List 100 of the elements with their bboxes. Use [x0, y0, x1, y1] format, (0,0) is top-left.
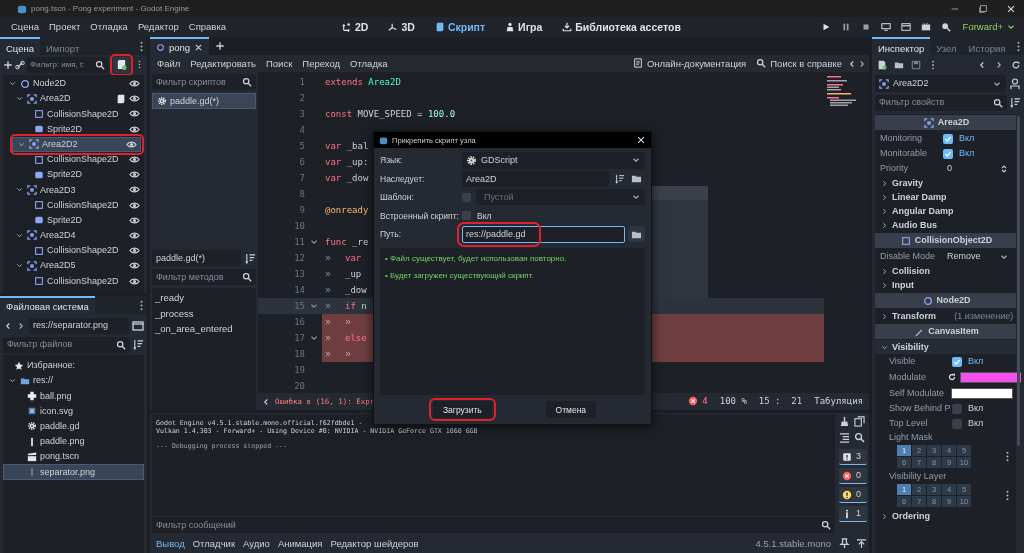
line-number: 16	[293, 316, 305, 328]
filter-field[interactable]: Фильтр сообщений	[152, 517, 835, 533]
checkbox-label: Вкл	[959, 148, 975, 159]
tree-item[interactable]: CollisionShape2D	[3, 243, 144, 259]
menu-item[interactable]: Файл	[152, 55, 186, 72]
line-number: 4	[298, 124, 305, 136]
help-link[interactable]: Онлайн-документация	[627, 57, 752, 70]
bottom-tab[interactable]: Анимация	[273, 537, 327, 550]
bottom-tab[interactable]: Отладчик	[188, 537, 240, 550]
group-header[interactable]: Collision	[892, 265, 1014, 277]
menu-item[interactable]: Переход	[297, 55, 346, 72]
workspace-tab[interactable]: 3D	[382, 18, 421, 36]
field-label: Язык:	[380, 155, 404, 166]
code-line: » else	[325, 332, 367, 344]
workspace-tab[interactable]: Игра	[499, 18, 549, 36]
line-number: 11	[293, 236, 305, 248]
menu-item[interactable]: Отладка	[345, 55, 393, 72]
language-dropdown[interactable]: GDScript	[462, 152, 645, 169]
dock-tab[interactable]: Файловая система	[0, 296, 95, 314]
inherits-field[interactable]: Area2D	[462, 171, 609, 187]
tree-item[interactable]: Sprite2D	[3, 121, 144, 137]
help-link[interactable]: Поиск в справке	[751, 57, 847, 70]
code-line: » »	[325, 316, 353, 328]
workspace-tab[interactable]: 2D	[336, 18, 375, 36]
tree-item[interactable]: paddle.png	[3, 433, 144, 450]
select-field[interactable]: Remove	[943, 248, 1014, 265]
menu-item[interactable]: Отладка	[85, 19, 133, 35]
scene-tab[interactable]: pong	[150, 37, 210, 55]
tree-item[interactable]: Area2D3	[3, 182, 144, 198]
log-filter-toggle[interactable]: 0	[839, 468, 867, 484]
dock-tab[interactable]: Импорт	[40, 37, 86, 55]
group-header[interactable]: Linear Damp	[892, 191, 1014, 203]
tree-item[interactable]: Area2D5	[3, 258, 144, 274]
menu-item[interactable]: Редактор	[132, 19, 184, 35]
tree-item[interactable]: pong.tscn	[3, 449, 144, 465]
menu-item[interactable]: Сцена	[6, 19, 44, 35]
filter-field[interactable]: Фильтр: имя, t:	[27, 56, 108, 73]
method-item[interactable]: _ready	[152, 292, 256, 308]
tree-item[interactable]: Sprite2D	[3, 212, 144, 228]
dock-tab[interactable]: Узел	[930, 37, 963, 55]
tree-item[interactable]: res://	[3, 373, 144, 389]
method-item[interactable]: _process	[152, 307, 256, 323]
property-label: Visible	[889, 356, 917, 367]
code-line: const MOVE_SPEED = 100.0	[325, 108, 456, 120]
path-field[interactable]: res://separator.png	[29, 317, 129, 334]
workspace-tab[interactable]: Библиотека ассетов	[556, 18, 687, 36]
dock-tab[interactable]: История	[962, 37, 1012, 55]
log-filter-toggle[interactable]: 0	[839, 487, 867, 503]
method-item[interactable]: _on_area_entered	[152, 323, 256, 339]
dock-tab[interactable]: Сцена	[0, 37, 40, 55]
tree-item[interactable]: Area2D2	[12, 136, 141, 152]
group-header[interactable]: Angular Damp	[892, 205, 1014, 217]
bottom-tab[interactable]: Редактор шейдеров	[326, 537, 423, 550]
path-field[interactable]: res://paddle.gd	[462, 226, 625, 243]
tree-item[interactable]: ball.png	[3, 388, 144, 404]
menu-item[interactable]: Проект	[44, 19, 86, 35]
bottom-tab[interactable]: Вывод	[152, 537, 189, 550]
tree-item[interactable]: Sprite2D	[3, 167, 144, 183]
filter-field[interactable]: Фильтр свойств	[875, 94, 1007, 111]
menu-item[interactable]: Справка	[183, 19, 232, 35]
number-field[interactable]: 0	[943, 160, 1014, 177]
tree-item[interactable]: paddle.gd	[3, 418, 144, 434]
code-line: var _up:	[325, 156, 369, 168]
tree-item[interactable]: Area2D	[3, 91, 144, 107]
line-number: 14	[293, 284, 305, 296]
tree-item[interactable]: CollisionShape2D	[3, 106, 144, 122]
group-header[interactable]: Ordering	[892, 510, 1014, 522]
filter-field[interactable]: Фильтр скриптов	[152, 74, 256, 90]
menu-item[interactable]: Редактировать	[185, 55, 261, 72]
code-line: » _dow	[325, 284, 367, 296]
line-number: 2	[298, 92, 305, 104]
field-label: Шаблон:	[380, 192, 415, 203]
field-label: Путь:	[380, 229, 403, 240]
renderer-dropdown[interactable]: Forward+	[960, 21, 1018, 33]
tree-item[interactable]: icon.svg	[3, 403, 144, 419]
group-header[interactable]: Transform	[892, 310, 952, 322]
group-header[interactable]: Audio Bus	[892, 219, 1014, 231]
filter-field[interactable]: Фильтр методов	[152, 269, 256, 285]
tree-item[interactable]: CollisionShape2D	[3, 197, 144, 213]
tree-item[interactable]: separator.png	[3, 464, 144, 480]
dialog-button[interactable]: Отмена	[545, 401, 597, 419]
group-header[interactable]: Input	[892, 279, 1014, 291]
menu-item[interactable]: Поиск	[261, 55, 298, 72]
tree-item[interactable]: Node2D	[3, 76, 144, 92]
script-item[interactable]: paddle.gd(*)	[152, 93, 256, 109]
group-header[interactable]: Gravity	[892, 177, 1014, 189]
workspace-tab[interactable]: Скрипт	[428, 18, 492, 36]
tree-item[interactable]: CollisionShape2D	[3, 273, 144, 289]
bottom-tab[interactable]: Аудио	[239, 537, 274, 550]
node-selector[interactable]: Area2D2	[875, 75, 1006, 92]
property-label: Modulate	[889, 371, 928, 383]
error-count: 4	[702, 396, 708, 407]
dock-tab[interactable]: Инспектор	[872, 37, 931, 55]
tree-item[interactable]: Area2D4	[3, 227, 144, 244]
log-filter-toggle[interactable]: 3	[839, 449, 867, 465]
filter-field[interactable]: Фильтр файлов	[3, 336, 130, 353]
property-label: Visibility Layer	[889, 471, 948, 482]
tree-item[interactable]: CollisionShape2D	[3, 151, 144, 168]
dialog-button[interactable]: Загрузить	[432, 401, 492, 419]
log-filter-toggle[interactable]: 1	[839, 506, 867, 522]
